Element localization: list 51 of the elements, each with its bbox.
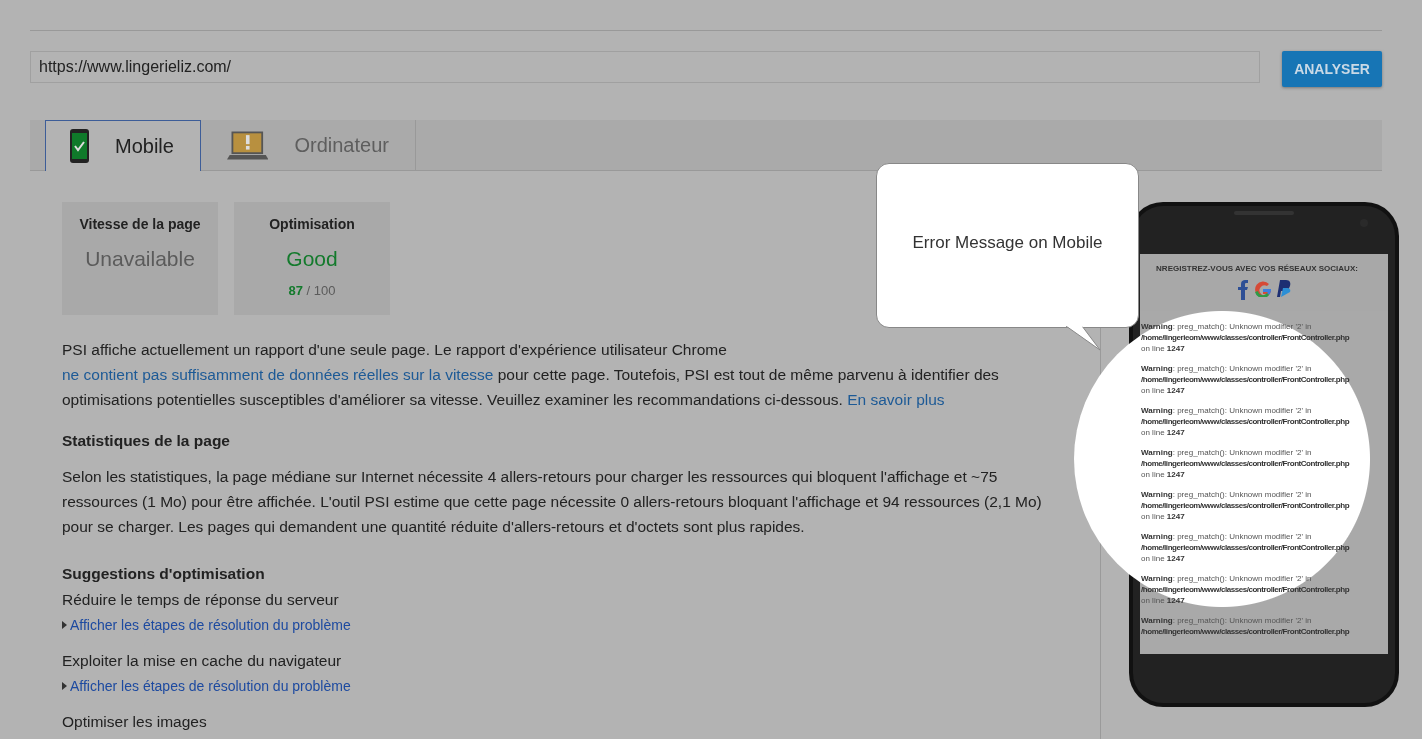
section-heading: Statistiques de la page (62, 432, 231, 450)
score-value: Good (286, 247, 338, 271)
callout-tail (1066, 326, 1102, 352)
warning-message: Warning: preg_match(): Unknown modifier '2' in (1141, 573, 1313, 584)
suggestion-title: Optimiser les images (62, 713, 208, 731)
laptop-warning-icon (226, 129, 269, 161)
warning-message: Warning: preg_match(): Unknown modifier '2' in (1141, 489, 1313, 500)
file-path: /home/lingerieom/www/classes/controller/FrontController.php (1141, 500, 1351, 511)
section-heading: Suggestions d'optimisation (62, 565, 266, 583)
score-title: Vitesse de la page (79, 216, 201, 232)
line-number: on line 1247 (1141, 427, 1186, 438)
expand-triangle-icon (62, 682, 67, 690)
social-signup-heading: NREGISTREZ-VOUS AVEC VOS RÉSEAUX SOCIAUX: (1156, 264, 1358, 273)
score-value: Unavailable (85, 247, 195, 271)
device-tab[interactable]: Ordinateur (200, 120, 416, 170)
line-number: on line 1247 (1141, 553, 1186, 564)
show-steps-link[interactable]: Afficher les étapes de résolution du problème (62, 678, 1100, 694)
callout-bubble: Error Message on Mobile (876, 163, 1139, 328)
line-number: on line 1247 (1141, 343, 1186, 354)
warning-message: Warning: preg_match(): Unknown modifier '2' in (1141, 615, 1313, 626)
google-icon (1253, 280, 1271, 297)
summary-link[interactable]: ne contient pas suffisamment de données réelles sur la vitesse (62, 366, 494, 383)
summary-text: PSI affiche actuellement un rapport d'une seule page. Le rapport d'expérience utilisateur Chrome ne contient pas suffisamment de données réelles sur la vitesse pour cette page. Toutefois, PSI est tout de même parvenu à identifier des optimisations potentielles susceptibles d'améliorer sa vitesse. Veuillez examiner les recommandations ci-dessous. En savoir plus (62, 340, 1000, 410)
line-number: on line 1247 (1141, 511, 1186, 522)
score-title: Optimisation (269, 216, 355, 232)
suggestion-title: Exploiter la mise en cache du navigateur (62, 652, 343, 670)
url-field[interactable]: https://www.lingerieliz.com/ (30, 51, 1260, 83)
file-path: /home/lingerieom/www/classes/controller/FrontController.php (1141, 332, 1351, 343)
show-steps-link[interactable]: Afficher les étapes de résolution du problème (62, 617, 1100, 633)
line-number: on line 1247 (1141, 469, 1186, 480)
paypal-icon (1276, 280, 1291, 297)
file-path: /home/lingerieom/www/classes/controller/FrontController.php (1141, 458, 1351, 469)
device-tab[interactable]: Mobile (45, 120, 201, 171)
summary-link[interactable]: En savoir plus (847, 391, 945, 408)
file-path: /home/lingerieom/www/classes/controller/FrontController.php (1141, 584, 1351, 595)
warning-message: Warning: preg_match(): Unknown modifier '2' in (1141, 531, 1313, 542)
suggestion-title: Réduire le temps de réponse du serveur (62, 591, 340, 609)
analyze-button[interactable]: ANALYSER (1282, 51, 1382, 87)
expand-triangle-icon (62, 621, 67, 629)
file-path: /home/lingerieom/www/classes/controller/FrontController.php (1141, 374, 1351, 385)
stats-text: Selon les statistiques, la page médiane sur Internet nécessite 4 allers-retours pour charger les ressources qui bloquent l'affichage et ~75 ressources (1 Mo) pour être affichée. L'outil PSI estime que cette page nécessite 0 allers-retours bloquant l'affichage et 94 ressources (2,1 Mo) pour se charger. Les pages qui demandent une quantité réduite d'allers-retours et d'octets sont plus rapides. (62, 467, 1043, 537)
warning-message: Warning: preg_match(): Unknown modifier '2' in (1141, 405, 1313, 416)
file-path: /home/lingerieom/www/classes/controller/FrontController.php (1141, 626, 1351, 637)
line-number: on line 1247 (1141, 385, 1186, 396)
facebook-icon (1237, 280, 1248, 300)
score-number: 87 / 100 (288, 283, 336, 298)
warning-message: Warning: preg_match(): Unknown modifier '2' in (1141, 447, 1313, 458)
phone-check-icon (70, 129, 89, 163)
warning-message: Warning: preg_match(): Unknown modifier '2' in (1141, 363, 1313, 374)
file-path: /home/lingerieom/www/classes/controller/FrontController.php (1141, 542, 1351, 553)
file-path: /home/lingerieom/www/classes/controller/FrontController.php (1141, 416, 1351, 427)
